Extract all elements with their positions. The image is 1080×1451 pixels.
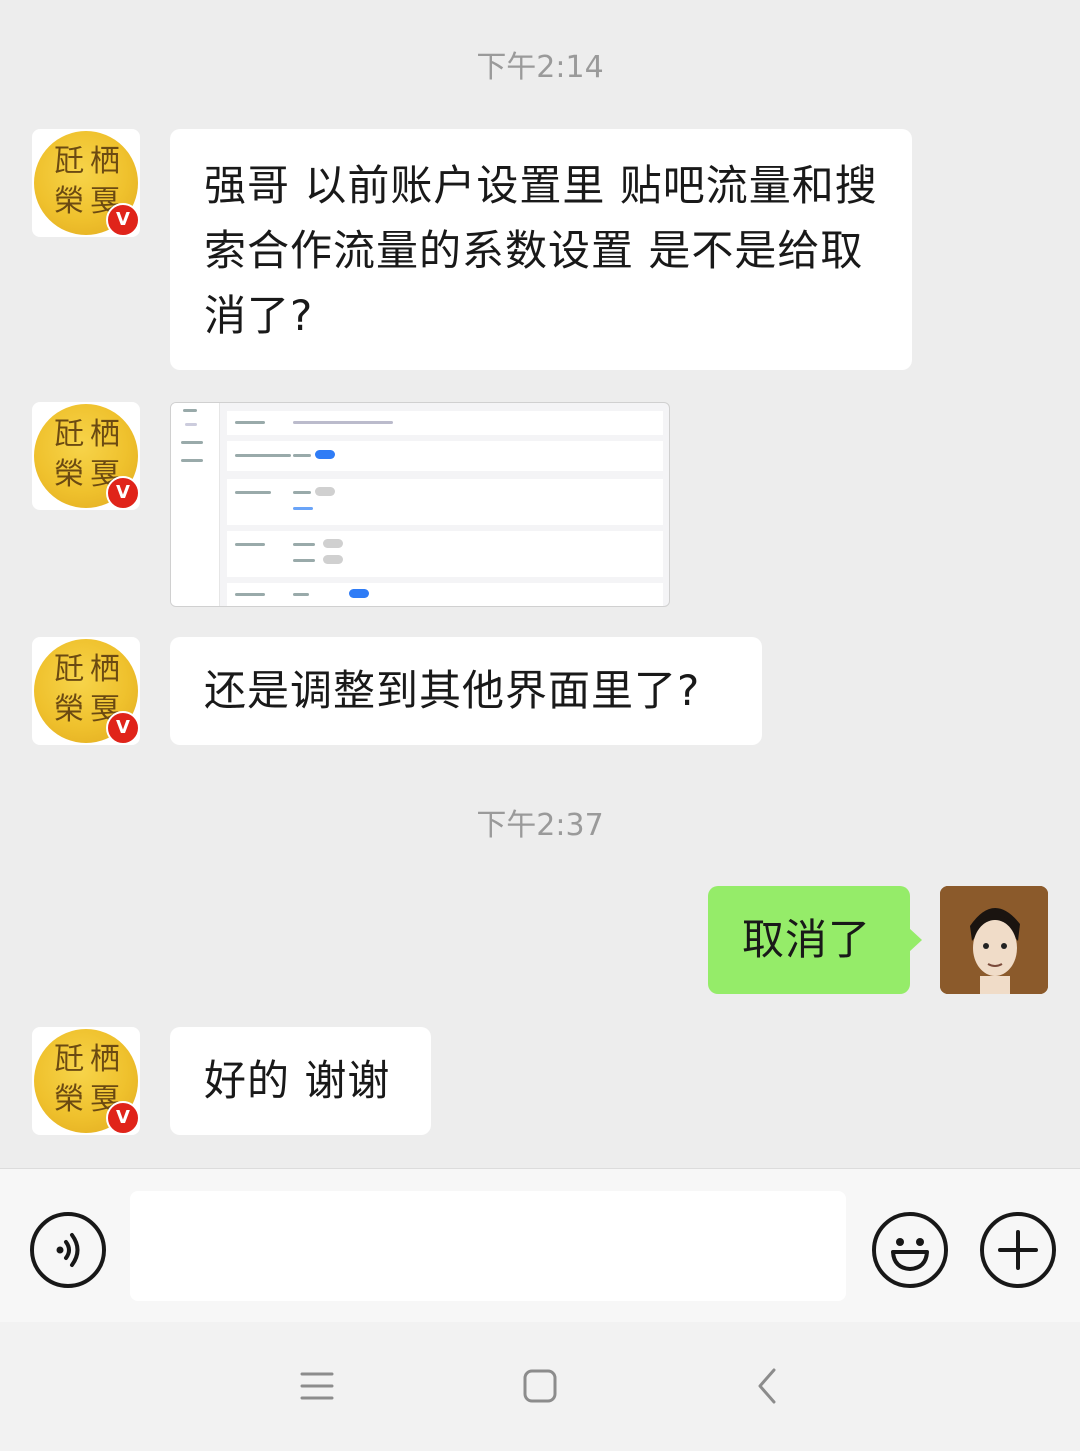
verified-badge: V <box>106 1101 140 1135</box>
avatar-glyph: 栖 <box>90 417 120 452</box>
verified-badge: V <box>106 203 140 237</box>
chat-input-bar <box>0 1168 1080 1323</box>
verified-badge: V <box>106 711 140 745</box>
image-message-thumbnail[interactable] <box>170 402 670 607</box>
avatar-glyph: 榮 <box>54 184 84 219</box>
message-bubble-incoming[interactable]: 强哥 以前账户设置里 贴吧流量和搜索合作流量的系数设置 是不是给取消了? <box>170 129 912 370</box>
message-bubble-incoming[interactable]: 还是调整到其他界面里了? <box>170 637 762 745</box>
emoji-icon[interactable] <box>872 1212 948 1288</box>
back-icon[interactable] <box>748 1366 788 1406</box>
avatar-glyph: 榮 <box>54 692 84 727</box>
voice-icon[interactable] <box>30 1212 106 1288</box>
system-nav-bar <box>0 1322 1080 1451</box>
plus-icon[interactable] <box>980 1212 1056 1288</box>
timestamp: 下午2:37 <box>476 808 604 843</box>
verified-badge: V <box>106 476 140 510</box>
timestamp: 下午2:14 <box>476 50 604 85</box>
home-icon[interactable] <box>520 1366 560 1406</box>
avatar-glyph: 瓩 <box>54 1042 84 1077</box>
avatar-glyph: 瓩 <box>54 417 84 452</box>
message-bubble-outgoing[interactable]: 取消了 <box>708 886 922 994</box>
message-bubble-incoming[interactable]: 好的 谢谢 <box>170 1027 431 1135</box>
avatar-glyph: 榮 <box>54 457 84 492</box>
avatar-glyph: 瓩 <box>54 144 84 179</box>
avatar-glyph: 瓩 <box>54 652 84 687</box>
avatar-glyph: 栖 <box>90 1042 120 1077</box>
message-input[interactable] <box>130 1191 846 1301</box>
my-avatar[interactable] <box>940 886 1048 994</box>
avatar-glyph: 栖 <box>90 144 120 179</box>
avatar-glyph: 榮 <box>54 1082 84 1117</box>
menu-icon[interactable] <box>296 1366 338 1406</box>
avatar-glyph: 栖 <box>90 652 120 687</box>
